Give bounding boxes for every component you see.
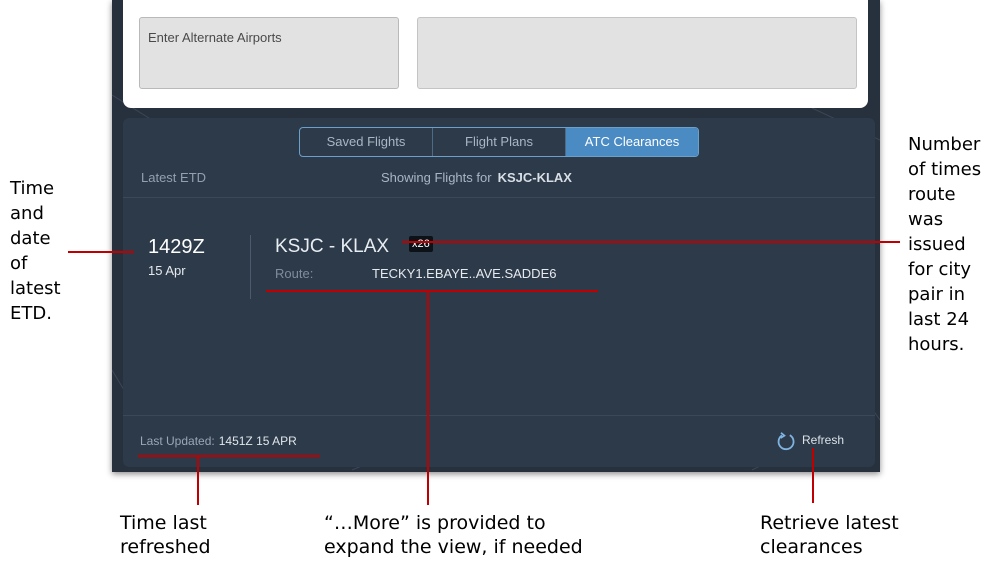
- refresh-button[interactable]: Refresh: [775, 430, 855, 452]
- annotation-line: for city: [908, 259, 972, 280]
- last-updated-label: Last Updated:: [140, 434, 215, 448]
- annotation-line: route: [908, 184, 956, 205]
- annotation-etd: Time and date of latest ETD.: [10, 176, 100, 326]
- route-text-field[interactable]: [417, 17, 857, 89]
- refresh-label: Refresh: [802, 433, 845, 447]
- annotation-line: Retrieve latest: [760, 512, 899, 534]
- alternate-airports-field[interactable]: Enter Alternate Airports: [139, 17, 399, 89]
- entry-divider: [250, 235, 251, 299]
- clearance-city-pair[interactable]: KSJC - KLAX: [275, 236, 389, 258]
- atc-clearances-app: Enter Alternate Airports Saved Flights F…: [112, 0, 880, 472]
- annotation-line: latest: [10, 278, 61, 299]
- footer-divider: [123, 415, 875, 416]
- annotation-line: last 24: [908, 309, 970, 330]
- annotation-line: ETD.: [10, 303, 52, 324]
- annotation-line: was: [908, 209, 944, 230]
- annotation-line: issued: [908, 234, 966, 255]
- showing-city-pair: KSJC-KLAX: [497, 170, 572, 185]
- route-label: Route:: [275, 266, 314, 281]
- annotation-line: Time: [10, 178, 55, 199]
- flight-form-card: Enter Alternate Airports: [123, 0, 868, 108]
- annotation-line: “…More” is provided to: [324, 512, 546, 534]
- tab-atc-clearances[interactable]: ATC Clearances: [565, 128, 698, 156]
- refresh-icon: [777, 432, 795, 451]
- tab-flight-plans[interactable]: Flight Plans: [432, 128, 565, 156]
- clearances-panel: Saved Flights Flight Plans ATC Clearance…: [123, 118, 875, 467]
- annotation-line: Time last: [120, 512, 207, 534]
- annotation-line: hours.: [908, 334, 965, 355]
- etd-date: 15 Apr: [148, 263, 186, 278]
- issue-count-badge: x26: [409, 236, 433, 252]
- tab-bar: Saved Flights Flight Plans ATC Clearance…: [299, 127, 699, 157]
- annotation-count: Number of times route was issued for cit…: [908, 132, 995, 357]
- annotation-line: expand the view, if needed: [324, 536, 583, 558]
- annotation-line: of times: [908, 159, 982, 180]
- annotation-line: pair in: [908, 284, 965, 305]
- annotation-line: of: [10, 253, 28, 274]
- annotation-line: refreshed: [120, 536, 211, 558]
- annotation-refresh: Retrieve latest clearances: [760, 511, 950, 559]
- annotation-line: Number: [908, 134, 981, 155]
- route-value[interactable]: TECKY1.EBAYE..AVE.SADDE6: [372, 266, 556, 281]
- annotation-line: clearances: [760, 536, 863, 558]
- annotation-line: date: [10, 228, 51, 249]
- etd-time: 1429Z: [148, 236, 205, 258]
- header-divider: [123, 197, 875, 198]
- showing-label: Showing Flights for: [381, 170, 492, 185]
- tab-saved-flights[interactable]: Saved Flights: [300, 128, 432, 156]
- latest-etd-header: Latest ETD: [141, 170, 207, 185]
- annotation-last-refreshed: Time last refreshed: [120, 511, 280, 559]
- annotation-line: and: [10, 203, 44, 224]
- last-updated-value: 1451Z 15 APR: [218, 434, 297, 448]
- showing-flights-header: Showing Flights for KSJC-KLAX: [381, 170, 572, 185]
- annotation-more: “…More” is provided to expand the view, …: [324, 511, 584, 559]
- last-updated: Last Updated: 1451Z 15 APR: [140, 434, 297, 448]
